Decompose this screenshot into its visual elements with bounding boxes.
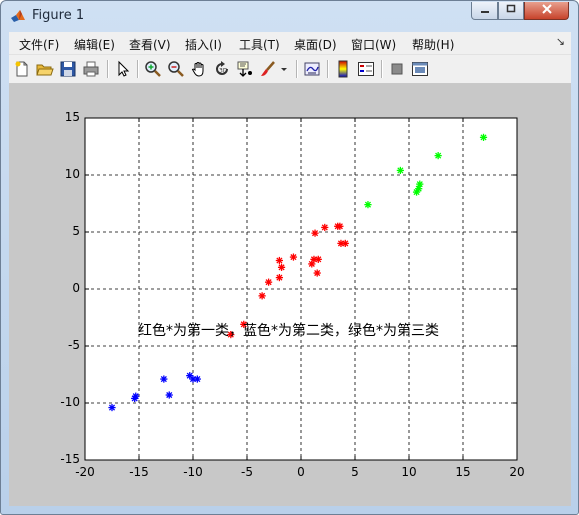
svg-text:3D: 3D <box>219 68 228 75</box>
menu-help[interactable]: 帮助(H) <box>412 36 454 53</box>
data-point-red <box>275 256 283 265</box>
data-point-blue <box>108 403 116 412</box>
data-cursor-icon[interactable] <box>236 60 254 78</box>
brush-icon[interactable] <box>259 60 277 78</box>
new-figure-icon[interactable] <box>13 60 31 78</box>
data-point-green <box>479 133 488 141</box>
x-tick-label: 0 <box>297 465 305 479</box>
x-tick-label: -15 <box>129 465 149 479</box>
y-tick-label: -15 <box>60 452 80 466</box>
data-point-blue <box>165 391 173 399</box>
x-tick-label: -5 <box>241 465 253 479</box>
minimize-button[interactable] <box>471 2 498 20</box>
data-point-red <box>289 253 298 261</box>
data-point-green <box>364 201 372 209</box>
brush-dropdown-icon[interactable] <box>279 60 289 78</box>
data-point-green <box>434 152 442 160</box>
data-point-green <box>416 180 424 188</box>
y-tick-label: 10 <box>64 167 80 181</box>
x-tick-label: 5 <box>351 465 359 479</box>
y-tick-label: 0 <box>72 281 80 295</box>
menu-window[interactable]: 窗口(W) <box>351 36 396 53</box>
figure-canvas[interactable]: -20 -15 -10 -5 0 5 10 15 20 15 10 5 0 -5 -10 -15 红色*为第一… <box>9 84 571 506</box>
print-icon[interactable] <box>82 60 100 78</box>
x-tick-label: -20 <box>75 465 95 479</box>
minimize-icon <box>480 11 489 13</box>
data-point-green <box>396 166 404 175</box>
data-point-blue <box>193 375 201 383</box>
title-bar[interactable]: Figure 1 <box>1 1 578 31</box>
zoom-out-icon[interactable] <box>167 60 185 78</box>
close-button[interactable] <box>524 2 569 20</box>
matlab-logo-icon <box>10 8 26 24</box>
toolbar-separator <box>381 60 383 78</box>
data-point-red <box>313 269 321 277</box>
x-tick-label: 15 <box>455 465 471 479</box>
hide-plot-tools-icon[interactable] <box>388 60 406 78</box>
data-point-red <box>265 278 273 286</box>
data-point-blue <box>132 392 140 400</box>
data-point-red <box>314 255 322 263</box>
scatter-plot[interactable] <box>9 84 571 506</box>
data-point-red <box>336 222 344 230</box>
data-point-blue <box>160 375 168 383</box>
rotate-3d-icon[interactable]: 3D <box>213 60 231 78</box>
data-point-red <box>275 274 283 282</box>
menu-tools[interactable]: 工具(T) <box>239 36 280 53</box>
data-point-red <box>341 239 349 247</box>
zoom-in-icon[interactable] <box>144 60 162 78</box>
toolbar-separator <box>296 60 298 78</box>
edit-plot-arrow-icon[interactable] <box>114 60 132 78</box>
maximize-button[interactable] <box>498 2 524 20</box>
y-tick-label: -5 <box>68 338 80 352</box>
menu-file[interactable]: 文件(F) <box>19 36 59 53</box>
menu-view[interactable]: 查看(V) <box>129 36 171 53</box>
data-point-red <box>277 263 286 271</box>
menu-bar: 文件(F) 编辑(E) 查看(V) 插入(I) 工具(T) 桌面(D) 窗口(W… <box>9 32 571 55</box>
show-plot-tools-icon[interactable] <box>411 60 429 78</box>
menu-insert[interactable]: 插入(I) <box>185 36 222 53</box>
menu-edit[interactable]: 编辑(E) <box>74 36 115 53</box>
data-point-red <box>258 292 266 300</box>
close-icon <box>541 4 552 14</box>
figure-toolbar: 3D <box>9 55 571 84</box>
data-point-red <box>311 229 319 237</box>
x-tick-label: 10 <box>401 465 417 479</box>
open-file-icon[interactable] <box>36 60 54 78</box>
y-tick-label: 5 <box>72 224 80 238</box>
link-plot-icon[interactable] <box>303 60 321 78</box>
toolbar-separator <box>327 60 329 78</box>
menu-desktop[interactable]: 桌面(D) <box>294 36 337 53</box>
maximize-icon <box>506 4 516 13</box>
x-tick-label: 20 <box>509 465 525 479</box>
data-point-red <box>321 223 329 232</box>
dock-arrow-icon[interactable]: ↘ <box>556 35 565 48</box>
y-tick-label: -10 <box>60 395 80 409</box>
window-title: Figure 1 <box>32 8 85 23</box>
toolbar-separator <box>137 60 139 78</box>
figure-window: Figure 1 文件(F) 编辑(E) 查看(V) 插入(I) 工具(T) 桌… <box>0 0 579 515</box>
colorbar-icon[interactable] <box>334 60 352 78</box>
pan-hand-icon[interactable] <box>190 60 208 78</box>
x-tick-label: -10 <box>183 465 203 479</box>
y-tick-label: 15 <box>64 110 80 124</box>
legend-icon[interactable] <box>357 60 375 78</box>
toolbar-separator <box>107 60 109 78</box>
save-icon[interactable] <box>59 60 77 78</box>
plot-annotation: 红色*为第一类，蓝色*为第二类，绿色*为第三类 <box>138 322 439 339</box>
